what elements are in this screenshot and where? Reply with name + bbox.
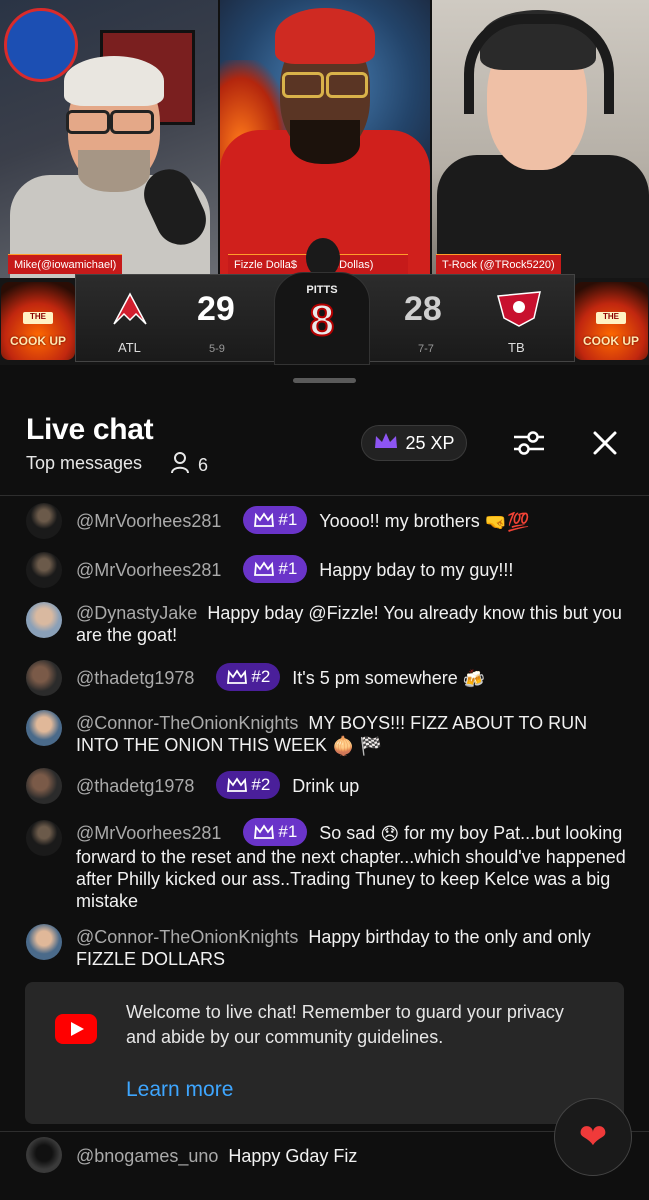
viewer-count: 6: [170, 452, 208, 479]
host-camera-2: [220, 0, 430, 278]
message-text: Happy Gday Fiz: [228, 1146, 358, 1166]
home-team-score: 29: [197, 290, 235, 328]
person-icon: [170, 452, 190, 479]
chat-message: @thadetg1978 #2 It's 5 pm somewhere 🍻: [26, 660, 626, 696]
avatar[interactable]: [26, 820, 62, 856]
message-text: It's 5 pm somewhere: [292, 668, 458, 688]
message-emoji: 🧅 🏁: [332, 736, 382, 757]
message-list[interactable]: @MrVoorhees281 #1 Yoooo!! my brothers 🤜💯 @…: [0, 495, 649, 975]
chat-message: @Connor-TheOnionKnights MY BOYS!!! FIZZ A…: [26, 710, 626, 757]
rank-badge: #2: [216, 771, 281, 800]
xp-button[interactable]: 25 XP: [361, 425, 467, 461]
avatar[interactable]: [26, 602, 62, 638]
bottom-divider: [0, 1131, 649, 1132]
avatar[interactable]: [26, 1137, 62, 1173]
home-team-record: 5-9: [209, 343, 225, 355]
learn-more-link[interactable]: Learn more: [126, 1078, 233, 1102]
message-emoji: 😞: [380, 824, 400, 845]
live-chat-panel: Live chat Top messages 6 25 XP @MrVoorhe…: [0, 365, 649, 1200]
player-name: PITTS: [306, 284, 338, 296]
chat-title: Live chat: [26, 413, 154, 446]
message-author[interactable]: @Connor-TheOnionKnights: [76, 713, 298, 733]
rank-badge: #1: [243, 506, 308, 535]
message-author[interactable]: @DynastyJake: [76, 603, 197, 623]
away-team-record: 7-7: [418, 343, 434, 355]
rank-badge: #1: [243, 555, 308, 584]
away-team-score: 28: [404, 290, 442, 328]
chat-message: @thadetg1978 #2 Drink up: [26, 768, 626, 804]
host-name-tag-1: Mike(@iowamichael): [8, 254, 123, 274]
close-icon[interactable]: [585, 423, 625, 463]
filter-settings-icon[interactable]: [509, 423, 549, 463]
player-number: 8: [309, 295, 335, 346]
message-author[interactable]: @MrVoorhees281: [76, 560, 221, 580]
host-name-tag-3: T-Rock (@TRock5220): [436, 254, 561, 274]
message-author[interactable]: @thadetg1978: [76, 668, 194, 688]
avatar[interactable]: [26, 660, 62, 696]
message-emoji: 🍻: [462, 669, 486, 690]
home-team-abbr: ATL: [118, 340, 141, 355]
show-logo-right: THE COOK UP: [574, 282, 648, 360]
welcome-text: Welcome to live chat! Remember to guard …: [126, 1002, 564, 1047]
avatar[interactable]: [26, 503, 62, 539]
buccaneers-logo-icon: [494, 288, 544, 339]
host-camera-1: [0, 0, 218, 278]
chat-message: @MrVoorhees281 #1 Yoooo!! my brothers 🤜💯: [26, 503, 626, 539]
chat-message: @DynastyJake Happy bday @Fizzle! You alre…: [26, 602, 626, 646]
message-author[interactable]: @bnogames_uno: [76, 1146, 218, 1166]
drag-handle[interactable]: [293, 378, 356, 383]
avatar[interactable]: [26, 552, 62, 588]
message-author[interactable]: @MrVoorhees281: [76, 511, 221, 531]
crown-icon: [373, 431, 399, 456]
message-text: So sad: [319, 823, 376, 843]
falcons-logo-icon: [108, 288, 152, 339]
message-emoji: 🤜💯: [484, 512, 530, 533]
video-player[interactable]: Mike(@iowamichael) Fizzle Dolla$ leDolla…: [0, 0, 649, 365]
rank-badge: #2: [216, 663, 281, 692]
message-text: Yoooo!! my brothers: [319, 511, 480, 531]
message-author[interactable]: @thadetg1978: [76, 776, 194, 796]
chat-message: @MrVoorhees281 #1 So sad 😞 for my boy Pat.…: [26, 818, 626, 912]
chat-mode-selector[interactable]: Top messages: [26, 453, 142, 474]
chat-message: @MrVoorhees281 #1 Happy bday to my guy!!!: [26, 552, 626, 588]
avatar[interactable]: [26, 710, 62, 746]
welcome-card: Welcome to live chat! Remember to guard …: [25, 982, 624, 1124]
player-graphic: PITTS 8: [270, 238, 374, 365]
message-text: Happy bday to my guy!!!: [319, 560, 514, 580]
avatar[interactable]: [26, 768, 62, 804]
message-author[interactable]: @Connor-TheOnionKnights: [76, 927, 298, 947]
youtube-logo-icon: [55, 1014, 97, 1044]
chat-message: @Connor-TheOnionKnights Happy birthday to…: [26, 924, 626, 970]
heart-icon[interactable]: ❤: [554, 1098, 632, 1176]
chat-message: @bnogames_uno Happy Gday Fiz: [26, 1137, 626, 1173]
message-text: Drink up: [292, 776, 360, 796]
avatar[interactable]: [26, 924, 62, 960]
message-author[interactable]: @MrVoorhees281: [76, 823, 221, 843]
host-camera-3: [432, 0, 649, 278]
rank-badge: #1: [243, 818, 308, 847]
show-logo-left: THE COOK UP: [1, 282, 75, 360]
away-team-abbr: TB: [508, 340, 525, 355]
